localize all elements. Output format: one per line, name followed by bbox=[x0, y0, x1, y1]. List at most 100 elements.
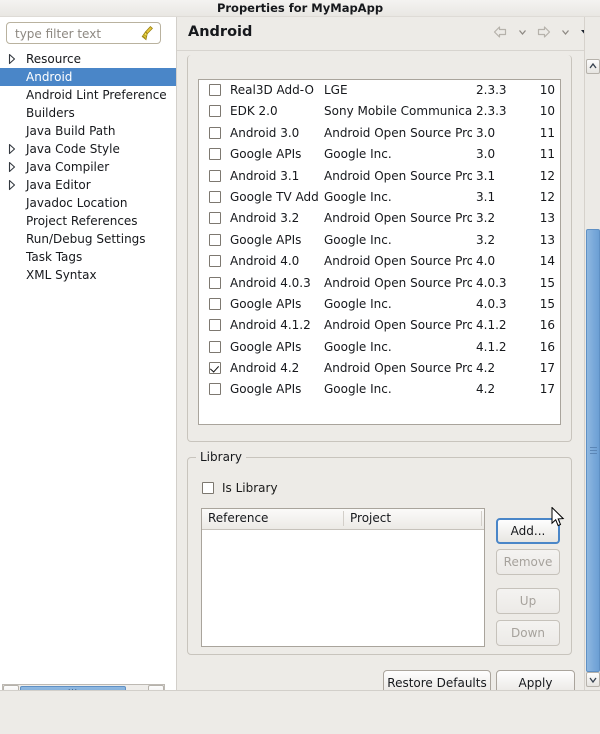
page-nav-buttons bbox=[487, 24, 593, 42]
scroll-up-arrow-icon[interactable] bbox=[586, 59, 600, 74]
column-divider bbox=[481, 511, 482, 526]
sidebar-item-task-tags[interactable]: Task Tags bbox=[0, 248, 176, 266]
sidebar-item-label: Task Tags bbox=[26, 250, 83, 264]
target-platform: 3.2 bbox=[476, 211, 496, 226]
target-name: Android 4.2 bbox=[230, 361, 300, 376]
target-checkbox[interactable] bbox=[209, 255, 221, 268]
target-platform: 2.3.3 bbox=[476, 104, 507, 119]
sidebar-item-label: Android Lint Preference bbox=[26, 88, 167, 102]
target-name: Google APIs bbox=[230, 147, 302, 162]
forward-history-chevron-down-icon[interactable] bbox=[561, 24, 570, 40]
sidebar-item-java-code-style[interactable]: Java Code Style bbox=[0, 140, 176, 158]
scrollbar-grip bbox=[590, 446, 597, 455]
target-api-level: 12 bbox=[539, 168, 555, 183]
table-row[interactable]: Google TV Add Google Inc. 3.1 12 bbox=[199, 187, 560, 208]
target-name: Android 4.1.2 bbox=[230, 318, 311, 333]
table-row[interactable]: Google APIs Google Inc. 4.1.2 16 bbox=[199, 337, 560, 358]
column-header-project[interactable]: Project bbox=[350, 511, 391, 525]
target-checkbox[interactable] bbox=[209, 319, 221, 332]
sidebar-item-java-editor[interactable]: Java Editor bbox=[0, 176, 176, 194]
target-checkbox[interactable] bbox=[209, 340, 221, 353]
target-checkbox[interactable] bbox=[209, 169, 221, 182]
target-vendor: LGE bbox=[324, 83, 348, 97]
table-row[interactable]: Android 3.1 Android Open Source Proj 3.1 12 bbox=[199, 166, 560, 187]
table-row[interactable]: Google APIs Google Inc. 4.0.3 15 bbox=[199, 294, 560, 315]
target-checkbox[interactable] bbox=[209, 233, 221, 246]
table-row[interactable]: Android 3.0 Android Open Source Proj 3.0 11 bbox=[199, 123, 560, 144]
table-row[interactable]: EDK 2.0 Sony Mobile Communicati 2.3.3 10 bbox=[199, 101, 560, 122]
arrow-right-icon[interactable] bbox=[535, 24, 552, 40]
sidebar-item-android[interactable]: Android bbox=[0, 68, 176, 86]
dialog-title: Properties for MyMapApp bbox=[216, 1, 384, 15]
target-checkbox[interactable] bbox=[209, 297, 221, 310]
target-vendor: Google Inc. bbox=[324, 382, 392, 397]
target-api-level: 15 bbox=[539, 296, 555, 311]
target-checkbox[interactable] bbox=[209, 148, 221, 161]
scroll-down-arrow-icon[interactable] bbox=[586, 672, 600, 687]
target-checkbox[interactable] bbox=[209, 84, 221, 96]
target-vendor: Android Open Source Proj bbox=[324, 275, 472, 290]
arrow-left-icon[interactable] bbox=[492, 24, 509, 40]
add-button[interactable]: Add... bbox=[496, 518, 560, 544]
target-checkbox[interactable] bbox=[209, 212, 221, 225]
column-header-reference[interactable]: Reference bbox=[208, 511, 268, 525]
library-reference-table[interactable]: Reference Project bbox=[201, 508, 485, 647]
preference-tree[interactable]: Resource Android Android Lint Preference Bu… bbox=[0, 50, 176, 284]
build-target-list[interactable]: Real3D Add-O LGE 2.3.3 10 EDK 2.0 Sony Mobile… bbox=[198, 79, 561, 425]
table-row[interactable]: Android 3.2 Android Open Source Proj 3.2 13 bbox=[199, 208, 560, 229]
target-vendor: Android Open Source Proj bbox=[324, 211, 472, 226]
target-checkbox[interactable] bbox=[209, 383, 221, 396]
table-row[interactable]: Android 4.2 Android Open Source Proj 4.2 17 bbox=[199, 358, 560, 379]
expand-arrow-icon[interactable] bbox=[6, 179, 16, 191]
expand-arrow-icon[interactable] bbox=[6, 143, 16, 155]
sidebar-item-android-lint-preference[interactable]: Android Lint Preference bbox=[0, 86, 176, 104]
table-row[interactable]: Android 4.1.2 Android Open Source Proj 4.1… bbox=[199, 315, 560, 336]
search-input[interactable] bbox=[13, 25, 137, 43]
sidebar-item-label: Run/Debug Settings bbox=[26, 232, 146, 246]
target-checkbox[interactable] bbox=[209, 190, 221, 203]
table-row[interactable]: Google APIs Google Inc. 4.2 17 bbox=[199, 379, 560, 400]
library-group: Library Is Library Reference Project Add… bbox=[187, 450, 572, 655]
target-checkbox[interactable] bbox=[209, 362, 221, 375]
is-library-checkbox[interactable] bbox=[202, 482, 214, 494]
dialog-vertical-scrollbar[interactable] bbox=[584, 17, 600, 690]
expand-arrow-icon[interactable] bbox=[6, 161, 16, 173]
project-build-target-group: Real3D Add-O LGE 2.3.3 10 EDK 2.0 Sony Mobile… bbox=[187, 55, 572, 442]
target-checkbox[interactable] bbox=[209, 105, 221, 118]
target-api-level: 12 bbox=[539, 189, 555, 204]
sidebar-item-resource[interactable]: Resource bbox=[0, 50, 176, 68]
down-button: Down bbox=[496, 620, 560, 646]
target-api-level: 11 bbox=[539, 125, 555, 140]
table-row[interactable]: Google APIs Google Inc. 3.0 11 bbox=[199, 144, 560, 165]
properties-dialog: Properties for MyMapApp Resource Android A… bbox=[0, 0, 600, 734]
target-vendor: Android Open Source Proj bbox=[324, 361, 472, 376]
scrollbar-thumb[interactable] bbox=[586, 229, 600, 672]
back-history-chevron-down-icon[interactable] bbox=[518, 24, 527, 40]
preference-tree-panel: Resource Android Android Lint Preference Bu… bbox=[0, 17, 177, 702]
target-name: Google TV Add bbox=[230, 189, 319, 204]
target-name: Real3D Add-O bbox=[230, 83, 314, 97]
target-vendor: Android Open Source Proj bbox=[324, 168, 472, 183]
table-row[interactable]: Android 4.0 Android Open Source Proj 4.0 14 bbox=[199, 251, 560, 272]
sidebar-item-xml-syntax[interactable]: XML Syntax bbox=[0, 266, 176, 284]
sidebar-item-project-references[interactable]: Project References bbox=[0, 212, 176, 230]
sidebar-item-run-debug-settings[interactable]: Run/Debug Settings bbox=[0, 230, 176, 248]
target-api-level: 13 bbox=[539, 211, 555, 226]
sidebar-item-javadoc-location[interactable]: Javadoc Location bbox=[0, 194, 176, 212]
target-vendor: Google Inc. bbox=[324, 189, 392, 204]
table-row[interactable]: Google APIs Google Inc. 3.2 13 bbox=[199, 230, 560, 251]
table-row[interactable]: Android 4.0.3 Android Open Source Proj 4.0… bbox=[199, 273, 560, 294]
sidebar-item-java-build-path[interactable]: Java Build Path bbox=[0, 122, 176, 140]
target-platform: 3.0 bbox=[476, 147, 496, 162]
dialog-footer: ? Cancel OK bbox=[0, 691, 600, 734]
target-checkbox[interactable] bbox=[209, 126, 221, 139]
filter-box[interactable] bbox=[6, 22, 161, 44]
expand-arrow-icon[interactable] bbox=[6, 53, 16, 65]
sidebar-item-builders[interactable]: Builders bbox=[0, 104, 176, 122]
target-name: Google APIs bbox=[230, 382, 302, 397]
target-checkbox[interactable] bbox=[209, 276, 221, 289]
broom-icon[interactable] bbox=[139, 25, 155, 42]
sidebar-item-java-compiler[interactable]: Java Compiler bbox=[0, 158, 176, 176]
table-row[interactable]: Real3D Add-O LGE 2.3.3 10 bbox=[199, 80, 560, 101]
page-header: Android bbox=[177, 17, 600, 51]
